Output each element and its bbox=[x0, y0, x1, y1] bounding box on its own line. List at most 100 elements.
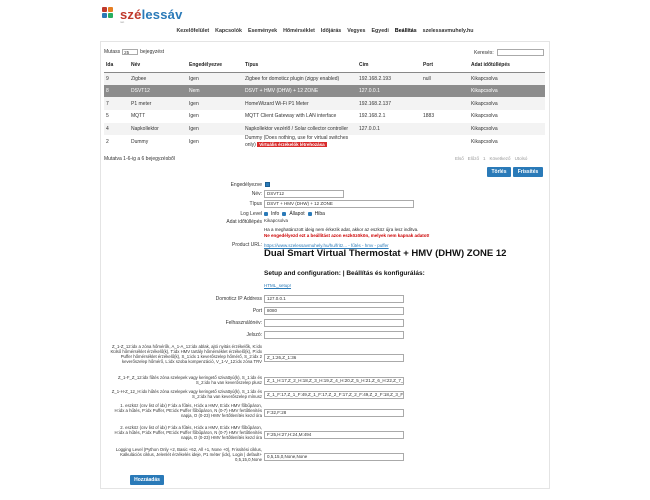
nav-item-custom[interactable]: Egyedi bbox=[372, 28, 389, 34]
cell-type: DSVT + HMV (DHW) + 12 ZONE bbox=[243, 84, 357, 98]
username-input[interactable] bbox=[264, 319, 404, 327]
cell-id: 9 bbox=[104, 72, 129, 85]
setup-heading: Setup and configuration: | Beállítás és … bbox=[264, 269, 425, 277]
nav-item-utility[interactable]: Vegyes bbox=[347, 28, 365, 34]
cell-port bbox=[421, 97, 469, 111]
sensors-input[interactable]: Z_1:26,Z_1:36 bbox=[264, 354, 404, 362]
cell-type: Zigbee for domoticz plugin (zigpy enable… bbox=[243, 72, 357, 85]
logo-mark-icon bbox=[102, 7, 116, 21]
cooling-valves-label: Z_1-H-Z_12_H:idx hűtés zóna szelepek vag… bbox=[111, 389, 262, 399]
nav-item-temperature[interactable]: Hőmérséklet bbox=[283, 28, 315, 34]
device2-input[interactable]: F:25,H:27,H:24,M:494 bbox=[264, 431, 404, 439]
cell-enabled: Igen bbox=[187, 135, 243, 149]
cell-address: 127.0.0.1 bbox=[357, 84, 421, 98]
add-button[interactable]: Hozzáadás bbox=[130, 475, 164, 485]
pager-next[interactable]: Következő bbox=[490, 156, 511, 161]
log-error-checkbox[interactable] bbox=[307, 212, 312, 216]
username-label: Felhasználónév: bbox=[225, 320, 262, 326]
cell-id: 2 bbox=[104, 135, 129, 149]
create-virtual-sensors-button[interactable]: Virtuális érzékelők létrehozása bbox=[257, 141, 327, 148]
pager-last[interactable]: Utolsó bbox=[515, 156, 528, 161]
timeout-label: Adat időtúllépés bbox=[226, 219, 262, 225]
column-header[interactable]: Ida bbox=[104, 59, 129, 73]
log-level-options: Info Állapot Hiba bbox=[264, 211, 325, 217]
column-header[interactable]: Engedélyezve bbox=[187, 59, 243, 73]
device1-input[interactable]: F:32,F:28 bbox=[264, 409, 404, 417]
timeout-warning: Ne engedélyezd ezt a beállítást azon esz… bbox=[264, 232, 430, 238]
nav-item-website[interactable]: szelessavmuhely.hu bbox=[423, 28, 474, 34]
table-row[interactable]: 8 DSVT12 Nem DSVT + HMV (DHW) + 12 ZONE … bbox=[104, 84, 545, 98]
table-row[interactable]: 2 Dummy Igen Dummy (Does nothing, use fo… bbox=[104, 135, 545, 149]
cell-enabled: Nem bbox=[187, 84, 243, 98]
cell-enabled: Igen bbox=[187, 110, 243, 123]
update-button[interactable]: Frissítés bbox=[513, 167, 543, 177]
cell-type: HomeWizard Wi-Fi P1 Meter bbox=[243, 97, 357, 111]
nav-item-dashboard[interactable]: Kezelőfelület bbox=[176, 28, 209, 34]
name-label: Név: bbox=[251, 191, 262, 197]
cell-port: 1883 bbox=[421, 110, 469, 123]
brand-name: szélessáv bbox=[120, 6, 183, 22]
cell-timeout: Kikapcsolva bbox=[469, 97, 545, 111]
column-header[interactable]: Név bbox=[129, 59, 187, 73]
pager-page-1[interactable]: 1 bbox=[483, 156, 486, 161]
table-row[interactable]: 4 Napkollektor Igen Napkollektor vezérlő… bbox=[104, 122, 545, 136]
logging-level-input[interactable]: 0,5,15,0,None,None bbox=[264, 453, 404, 461]
cell-port bbox=[421, 135, 469, 149]
brand-logo[interactable]: szélessáv bbox=[102, 6, 183, 22]
cell-timeout: Kikapcsolva bbox=[469, 72, 545, 85]
pager-prev[interactable]: Előző bbox=[468, 156, 479, 161]
cell-id: 5 bbox=[104, 110, 129, 123]
enabled-checkbox[interactable] bbox=[265, 181, 270, 187]
cell-address: 192.168.2.1 bbox=[357, 110, 421, 123]
cell-id: 4 bbox=[104, 122, 129, 136]
pager-first[interactable]: Első bbox=[455, 156, 464, 161]
password-label: Jelszó: bbox=[246, 332, 262, 338]
cell-name: MQTT bbox=[129, 110, 187, 123]
timeout-hint: Ha a meghatározott ideig nem érkezik ada… bbox=[264, 226, 419, 232]
search-input[interactable] bbox=[496, 49, 544, 56]
column-header[interactable]: Cím bbox=[357, 59, 421, 73]
column-header[interactable]: Adat időtúllépés bbox=[469, 59, 545, 73]
log-status-checkbox[interactable] bbox=[282, 212, 287, 216]
password-input[interactable] bbox=[264, 331, 404, 339]
port-label: Port bbox=[252, 308, 262, 314]
cell-name: Napkollektor bbox=[129, 122, 187, 136]
cell-timeout: Kikapcsolva bbox=[469, 110, 545, 123]
html-setup-link[interactable]: HTML_setup! bbox=[264, 283, 291, 288]
nav-item-setup[interactable]: Beállítás bbox=[395, 28, 417, 34]
type-select[interactable]: DSVT + HMV (DHW) + 12 ZONE bbox=[264, 200, 414, 208]
ip-address-input[interactable]: 127.0.0.1 bbox=[264, 295, 404, 303]
cell-name: P1 meter bbox=[129, 97, 187, 111]
log-info-checkbox[interactable] bbox=[264, 212, 268, 216]
page-size-select[interactable]: 25 bbox=[122, 49, 139, 55]
cell-name: DSVT12 bbox=[129, 84, 187, 98]
logging-level-label: Logging Level (Python Only +2, Basic +62… bbox=[115, 447, 262, 462]
nav-item-switches[interactable]: Kapcsolók bbox=[215, 28, 242, 34]
cell-address: 127.0.0.1 bbox=[357, 122, 421, 136]
cell-id: 7 bbox=[104, 97, 129, 111]
delete-button[interactable]: Törlés bbox=[487, 167, 511, 177]
table-info: Mutatva 1-6-ig a 6 bejegyzésből bbox=[104, 156, 175, 162]
nav-item-events[interactable]: Események bbox=[248, 28, 277, 34]
cell-port: null bbox=[421, 72, 469, 85]
name-input[interactable]: DSVT12 bbox=[264, 190, 344, 198]
type-label: Típus bbox=[249, 201, 262, 207]
table-header: Ida Név Engedélyezve Típus Cím Port Adat… bbox=[104, 59, 545, 73]
table-row[interactable]: 9 Zigbee Igen Zigbee for domoticz plugin… bbox=[104, 72, 545, 85]
column-header[interactable]: Típus bbox=[243, 59, 357, 73]
cooling-valves-input[interactable]: Z_1_F:17,Z_1_F:49,Z_1_F:17,Z_2_F:17,Z_2_… bbox=[264, 391, 404, 399]
table-row[interactable]: 5 MQTT Igen MQTT Client Gateway with LAN… bbox=[104, 110, 545, 123]
cell-name: Zigbee bbox=[129, 72, 187, 85]
heating-valves-label: Z_1-F_Z_12:idx fűtés zóna szelepek vagy … bbox=[117, 375, 262, 385]
heating-valves-input[interactable]: Z_1_H:17,Z_2_H:18,Z_3_H:19,Z_4_H:20,Z_5_… bbox=[264, 377, 404, 385]
cell-type: Dummy (Does nothing, use for virtual swi… bbox=[243, 135, 357, 149]
column-header[interactable]: Port bbox=[421, 59, 469, 73]
page-size-control: Mutass 25 bejegyzést bbox=[104, 49, 165, 55]
cell-address: 192.168.2.137 bbox=[357, 97, 421, 111]
ip-address-label: Domoticz IP Address bbox=[215, 296, 262, 302]
table-row[interactable]: 7 P1 meter Igen HomeWizard Wi-Fi P1 Mete… bbox=[104, 97, 545, 111]
port-input[interactable]: 8080 bbox=[264, 307, 404, 315]
nav-item-weather[interactable]: Időjárás bbox=[321, 28, 341, 34]
timeout-select[interactable]: Kikapcsolva bbox=[264, 218, 324, 226]
table-search: Keresés: bbox=[474, 49, 544, 56]
